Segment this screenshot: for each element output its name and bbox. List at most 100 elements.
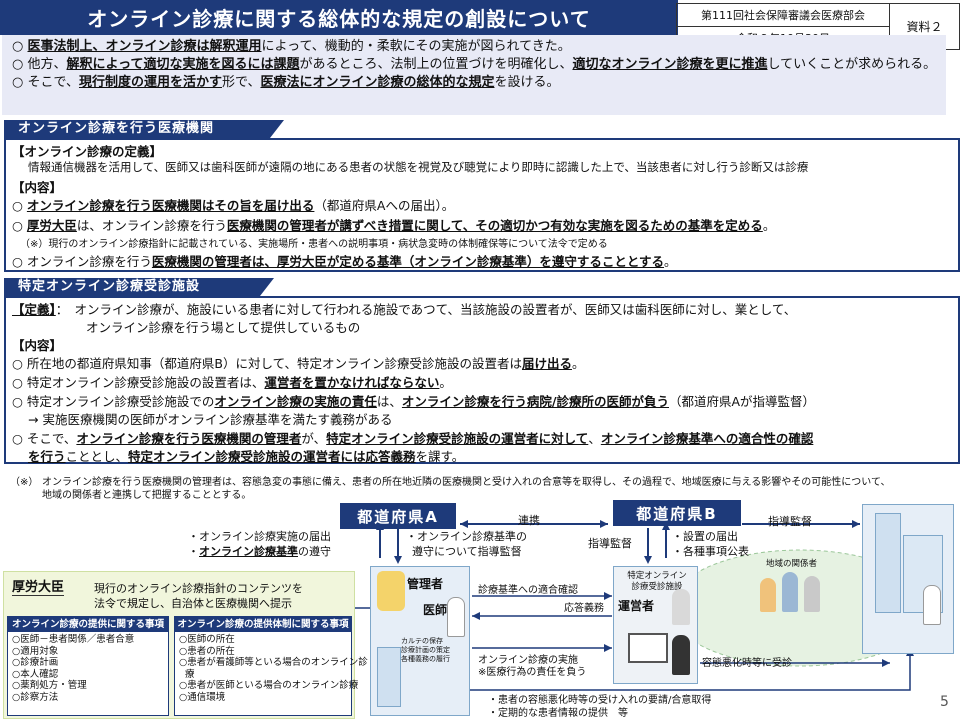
text: ○ xyxy=(12,39,28,54)
doctor-label: 医師 xyxy=(423,603,448,617)
patient-figure-icon xyxy=(672,635,690,675)
text: 。 xyxy=(664,254,677,269)
section-online-clinic: 【オンライン診療の定義】 情報通信機器を活用して、医師又は歯科医師が遠隔の地にあ… xyxy=(4,138,960,272)
box-structure-title: オンライン診療の提供体制に関する事項 xyxy=(175,617,351,632)
list-item: ○患者の所在 xyxy=(179,645,235,657)
arrow-head xyxy=(394,556,402,564)
section-facility: 【定義】： オンライン診療が、施設にいる患者に対して行われる施設であつて、当該施… xyxy=(4,296,960,464)
pref-b-supervise: 指導監督 xyxy=(768,515,812,528)
local-stakeholders-label: 地域の関係者 xyxy=(766,559,818,569)
footnote-mark: （※） xyxy=(10,477,39,488)
text: （都道府県Aが指導監督） xyxy=(669,394,816,409)
text: 医療機関の管理者は、厚労大臣が定める基準（オンライン診療基準）を遵守することとす… xyxy=(151,254,665,269)
text: ○ 特定オンライン診療受診施設での xyxy=(12,394,215,409)
arrow-head xyxy=(460,520,468,528)
bottom-note-2: ・定期的な患者情報の提供 等 xyxy=(488,708,628,719)
intro-bullet-1: ○ 医事法制上、オンライン診療は解釈運用によって、機動的・柔軟にその実施が図られ… xyxy=(12,38,938,56)
pref-b-item-2: ・各種事項公表 xyxy=(672,545,749,558)
list-item: ○通信環境 xyxy=(179,691,226,703)
text: オンライン診療基準への適合性の確認 xyxy=(600,431,814,446)
text: 特定オンライン診療受診施設の運営者に対して xyxy=(326,431,589,446)
karte-text: カルテの保存 診療計画の策定 各種義務の履行 xyxy=(401,637,450,663)
text: オンライン診療を行う病院/診療所の医師が負う xyxy=(401,394,669,409)
box-provision-list: ○医師－患者関係／患者合意 ○適用対象 ○診療計画 ○本人確認 ○薬剤処方・管理… xyxy=(8,632,168,703)
hospital-building-icon xyxy=(377,647,401,707)
hospital-building-icon xyxy=(875,513,901,613)
definition-label: 【オンライン診療の定義】 xyxy=(12,144,163,159)
facility-item-1: ○ 所在地の都道府県知事（都道府県B）に対して、特定オンライン診療受診施設の設置… xyxy=(12,353,585,372)
arrow-head xyxy=(604,592,612,600)
shido-kantoku-label: 指導監督 xyxy=(588,537,632,550)
text: 運営者を置かなければならない xyxy=(264,375,440,390)
arrow-head xyxy=(644,556,652,564)
text: 特定オンライン診療受診施設の運営者には応答義務 xyxy=(128,449,416,464)
online-exec-label-2: ※医療行為の責任を負う xyxy=(478,667,587,678)
operator-figure-icon xyxy=(672,589,690,625)
pref-b-item-1: ・設置の届出 xyxy=(672,530,738,543)
section-heading-facility: 特定オンライン診療受診施設 xyxy=(4,278,274,296)
list-item: ○適用対象 xyxy=(12,645,59,657)
intro-bullet-3: ○ そこで、現行制度の運用を活かす形で、医療法にオンライン診療の総体的な規定を設… xyxy=(12,74,938,92)
text: オンライン診療を行う医療機関はその旨を届け出る xyxy=(26,198,315,213)
doctor-figure-icon xyxy=(923,585,941,625)
prefecture-b: 都道府県B xyxy=(613,500,741,526)
pref-a-left-2: ・オンライン診療基準の遵守 xyxy=(188,545,331,559)
stakeholders-group-icon xyxy=(760,572,840,622)
meeting-name: 第111回社会保障審議会医療部会 xyxy=(677,4,889,27)
text: を行う xyxy=(28,449,66,464)
list-item: ○診療計画 xyxy=(12,657,59,668)
list-item: ○本人確認 xyxy=(12,668,59,680)
text: （都道府県Aへの届出）。 xyxy=(314,198,455,213)
text: 、 xyxy=(588,431,601,446)
facility-definition: 【定義】： オンライン診療が、施設にいる患者に対して行われる施設であつて、当該施… xyxy=(12,299,796,318)
text: ○ 他方、 xyxy=(12,57,67,72)
box-structure-items: オンライン診療の提供体制に関する事項 ○医師の所在 ○患者の所在 ○患者が看護師… xyxy=(174,616,368,716)
content-item-1: ○ オンライン診療を行う医療機関はその旨を届け出る（都道府県Aへの届出）。 xyxy=(12,195,454,214)
text: 現行制度の運用を活かす xyxy=(78,75,222,90)
list-item: ○患者が医師といる場合のオンライン診療 xyxy=(179,680,359,691)
mhlw-text-2: 法令で規定し、自治体と医療機関へ提示 xyxy=(94,597,292,610)
content-item-2: ○ 厚労大臣は、オンライン診療を行う医療機関の管理者が講ずべき措置に関して、その… xyxy=(12,215,775,234)
text: ○ 所在地の都道府県知事（都道府県B）に対して、特定オンライン診療受診施設の設置… xyxy=(12,356,522,371)
text: があるところ、法制上の位置づけを明確化し、 xyxy=(299,57,573,72)
liaison-label: 連携 xyxy=(518,514,540,527)
title-text: オンライン診療に関する総体的な規定の創設について xyxy=(87,7,591,31)
text: オンライン診療基準 xyxy=(199,545,298,558)
pref-a-mid-2: 遵守について指導監督 xyxy=(412,545,522,558)
intro-bullet-2: ○ 他方、解釈によって適切な実施を図るには課題があるところ、法制上の位置づけを明… xyxy=(12,56,938,74)
mhlw-box: 厚労大臣 現行のオンライン診療指針のコンテンツを 法令で規定し、自治体と医療機関… xyxy=(3,571,368,719)
text: ○ そこで、 xyxy=(12,75,79,90)
text: 。 xyxy=(571,356,585,371)
facility-content-label: 【内容】 xyxy=(12,338,63,353)
doctor-figure-icon xyxy=(447,597,465,637)
text: ○ 特定オンライン診療受診施設の設置者は、 xyxy=(12,375,265,390)
arrow-head xyxy=(600,520,608,528)
text: 医事法制上、オンライン診療は解釈運用 xyxy=(27,39,262,54)
list-item: 療 xyxy=(185,668,195,680)
facility-item-3-sub: → 実施医療機関の医師がオンライン診療基準を満たす義務がある xyxy=(28,412,393,427)
manager-figure-icon xyxy=(377,571,405,611)
emergency-label: 容態悪化時等に受診 xyxy=(702,658,792,669)
manager-label: 管理者 xyxy=(407,577,444,591)
facility-item-3: ○ 特定オンライン診療受診施設でのオンライン診療の実施の責任は、オンライン診療を… xyxy=(12,391,815,410)
person-icon xyxy=(782,572,798,612)
list-item: ○医師の所在 xyxy=(179,634,235,645)
definition-text: 情報通信機器を活用して、医師又は歯科医師が遠隔の地にある患者の状態を視覚及び聴覚… xyxy=(28,160,809,174)
intro-box: ○ 医事法制上、オンライン診療は解釈運用によって、機動的・柔軟にその実施が図られ… xyxy=(2,35,946,115)
text: 医療法にオンライン診療の総体的な規定 xyxy=(260,75,495,90)
text: 形で、 xyxy=(221,75,261,90)
text: は、 xyxy=(376,394,402,409)
prefecture-a: 都道府県A xyxy=(340,503,456,529)
mhlw-label: 厚労大臣 xyxy=(12,576,65,596)
list-item: ○薬剤処方・管理 xyxy=(12,680,87,691)
facility-item-2: ○ 特定オンライン診療受診施設の設置者は、運営者を置かなければならない。 xyxy=(12,372,452,391)
text: こととし、 xyxy=(65,449,129,464)
text: を設ける。 xyxy=(494,75,560,90)
facility-item-4-cont: を行うこととし、特定オンライン診療受診施設の運営者には応答義務を課す。 xyxy=(28,446,464,465)
content-label: 【内容】 xyxy=(12,180,63,195)
text: ○ xyxy=(12,198,27,213)
box-provision-items: オンライン診療の提供に関する事項 ○医師－患者関係／患者合意 ○適用対象 ○診療… xyxy=(7,616,169,716)
facility-item-4: ○ そこで、オンライン診療を行う医療機関の管理者が、特定オンライン診療受診施設の… xyxy=(12,428,813,447)
text: によって、機動的・柔軟にその実施が図られてきた。 xyxy=(261,39,571,54)
text: 。 xyxy=(439,375,452,390)
